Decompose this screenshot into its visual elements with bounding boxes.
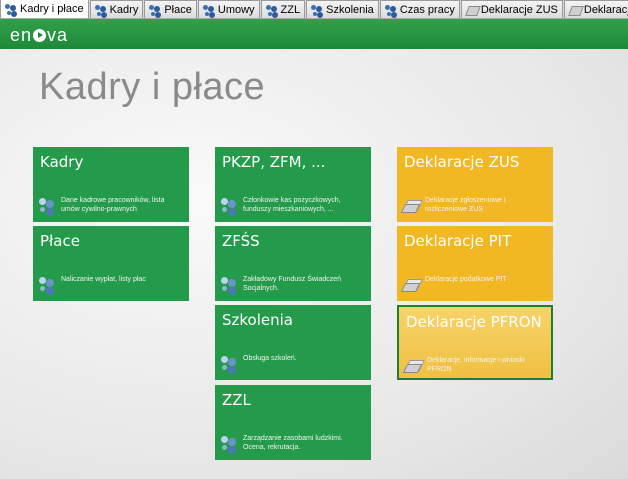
document-icon xyxy=(402,276,420,292)
tile-description: Zarządzanie zasobami ludzkimi. Ocena, re… xyxy=(243,435,343,451)
tile-title: PKZP, ZFM, ... xyxy=(222,153,326,171)
people-icon xyxy=(384,4,398,16)
logo-text-left: en xyxy=(10,25,33,45)
people-icon xyxy=(220,276,238,292)
people-icon xyxy=(148,4,162,16)
tile-title: Płace xyxy=(40,232,80,250)
tab-label: Czas pracy xyxy=(399,3,455,16)
tab-label: Deklaracje PFRON xyxy=(583,3,628,16)
people-icon xyxy=(265,4,279,16)
tile-description: Członkowie kas pożyczkowych, funduszy mi… xyxy=(243,197,341,213)
people-icon xyxy=(202,4,216,16)
people-icon xyxy=(38,197,56,213)
tab-zzl[interactable]: ZZL xyxy=(260,0,306,18)
tab-label: Płace xyxy=(164,3,192,16)
tile-description: Deklaracje, informacje i wnioski PFRON xyxy=(427,357,525,373)
app-header: en va xyxy=(0,19,628,49)
people-icon xyxy=(220,197,238,213)
tile-zfss[interactable]: ZFŚS Zakładowy Fundusz Świadczeń Socjaln… xyxy=(215,226,371,301)
tile-title: Szkolenia xyxy=(222,311,293,329)
tile-szkolenia[interactable]: Szkolenia Obsługa szkoleń. xyxy=(215,305,371,380)
document-icon xyxy=(402,197,420,213)
main-content: Kadry i płace Kadry Dane kadrowe pracown… xyxy=(0,49,628,479)
tile-deklaracje-zus[interactable]: Deklaracje ZUS Deklaracje zgłoszeniowe i… xyxy=(397,147,553,222)
people-icon xyxy=(310,4,324,16)
people-icon xyxy=(220,435,238,451)
people-icon xyxy=(94,4,108,16)
tile-description: Obsługa szkoleń. xyxy=(243,355,297,362)
document-icon xyxy=(465,4,479,16)
tile-title: Deklaracje PFRON xyxy=(406,313,542,331)
people-icon xyxy=(220,355,238,371)
tab-label: Szkolenia xyxy=(326,3,374,16)
people-icon xyxy=(38,276,56,292)
tile-kadry[interactable]: Kadry Dane kadrowe pracowników, lista um… xyxy=(33,147,189,222)
tab-label: Kadry xyxy=(109,3,139,16)
tile-zzl[interactable]: ZZL Zarządzanie zasobami ludzkimi. Ocena… xyxy=(215,385,371,460)
tab-place[interactable]: Płace xyxy=(144,0,197,18)
tile-title: ZFŚS xyxy=(222,232,260,250)
tab-deklaracje-pfron[interactable]: Deklaracje PFRON xyxy=(563,0,628,18)
tile-title: Kadry xyxy=(40,153,84,171)
tile-description: Naliczanie wypłat, listy płac xyxy=(61,276,146,283)
tile-title: ZZL xyxy=(222,391,251,409)
tile-description: Deklaracje zgłoszeniowe i rozliczeniowe … xyxy=(425,197,506,213)
tab-czas-pracy[interactable]: Czas pracy xyxy=(379,0,460,18)
tile-description: Zakładowy Fundusz Świadczeń Socjalnych. xyxy=(243,276,342,292)
tile-title: Deklaracje PIT xyxy=(404,232,512,250)
tile-description: Dane kadrowe pracowników, lista umów cyw… xyxy=(61,197,165,213)
tile-pkzp[interactable]: PKZP, ZFM, ... Członkowie kas pożyczkowy… xyxy=(215,147,371,222)
tab-bar: Kadry i płace Kadry Płace Umowy ZZL Szko… xyxy=(0,0,628,19)
document-icon xyxy=(568,4,582,16)
tab-kadry-i-place[interactable]: Kadry i płace xyxy=(0,0,89,18)
play-icon xyxy=(33,29,47,42)
tab-label: Umowy xyxy=(217,3,255,16)
tab-label: ZZL xyxy=(280,3,301,16)
tab-label: Deklaracje ZUS xyxy=(480,3,558,16)
tab-kadry[interactable]: Kadry xyxy=(89,0,144,18)
tab-deklaracje-zus[interactable]: Deklaracje ZUS xyxy=(460,0,563,18)
tile-deklaracje-pit[interactable]: Deklaracje PIT Deklaracje podatkowe PIT xyxy=(397,226,553,301)
tile-description: Deklaracje podatkowe PIT xyxy=(425,276,507,283)
tab-label: Kadry i płace xyxy=(20,3,84,15)
tab-szkolenia[interactable]: Szkolenia xyxy=(306,0,379,18)
tile-place[interactable]: Płace Naliczanie wypłat, listy płac xyxy=(33,226,189,301)
tile-title: Deklaracje ZUS xyxy=(404,153,520,171)
enova-logo[interactable]: en va xyxy=(10,25,68,46)
tile-deklaracje-pfron[interactable]: Deklaracje PFRON Deklaracje, informacje … xyxy=(397,305,553,380)
page-title: Kadry i płace xyxy=(39,66,266,108)
tab-umowy[interactable]: Umowy xyxy=(197,0,260,18)
people-icon xyxy=(4,3,18,15)
document-icon xyxy=(404,357,422,373)
logo-text-right: va xyxy=(47,25,69,45)
